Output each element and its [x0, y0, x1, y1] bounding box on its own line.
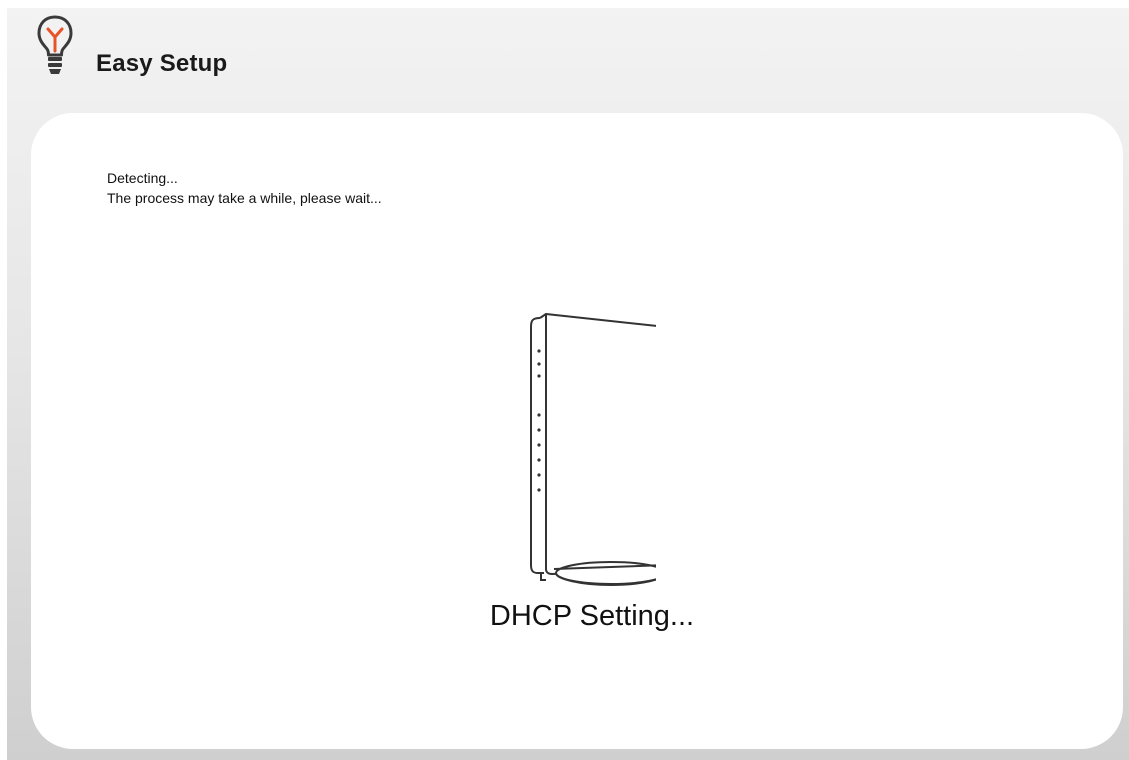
- detect-message: Detecting... The process may take a whil…: [107, 168, 382, 208]
- page-title: Easy Setup: [96, 50, 228, 77]
- router-device-illustration: [530, 313, 656, 587]
- lightbulb-icon: [37, 15, 73, 74]
- status-text: DHCP Setting...: [489, 600, 695, 632]
- wait-text: The process may take a while, please wai…: [107, 190, 382, 206]
- content-panel: Detecting... The process may take a whil…: [31, 113, 1123, 749]
- header: Easy Setup: [7, 8, 1129, 108]
- detecting-text: Detecting...: [107, 170, 178, 186]
- easy-setup-window: Easy Setup Detecting... The process may …: [7, 8, 1129, 760]
